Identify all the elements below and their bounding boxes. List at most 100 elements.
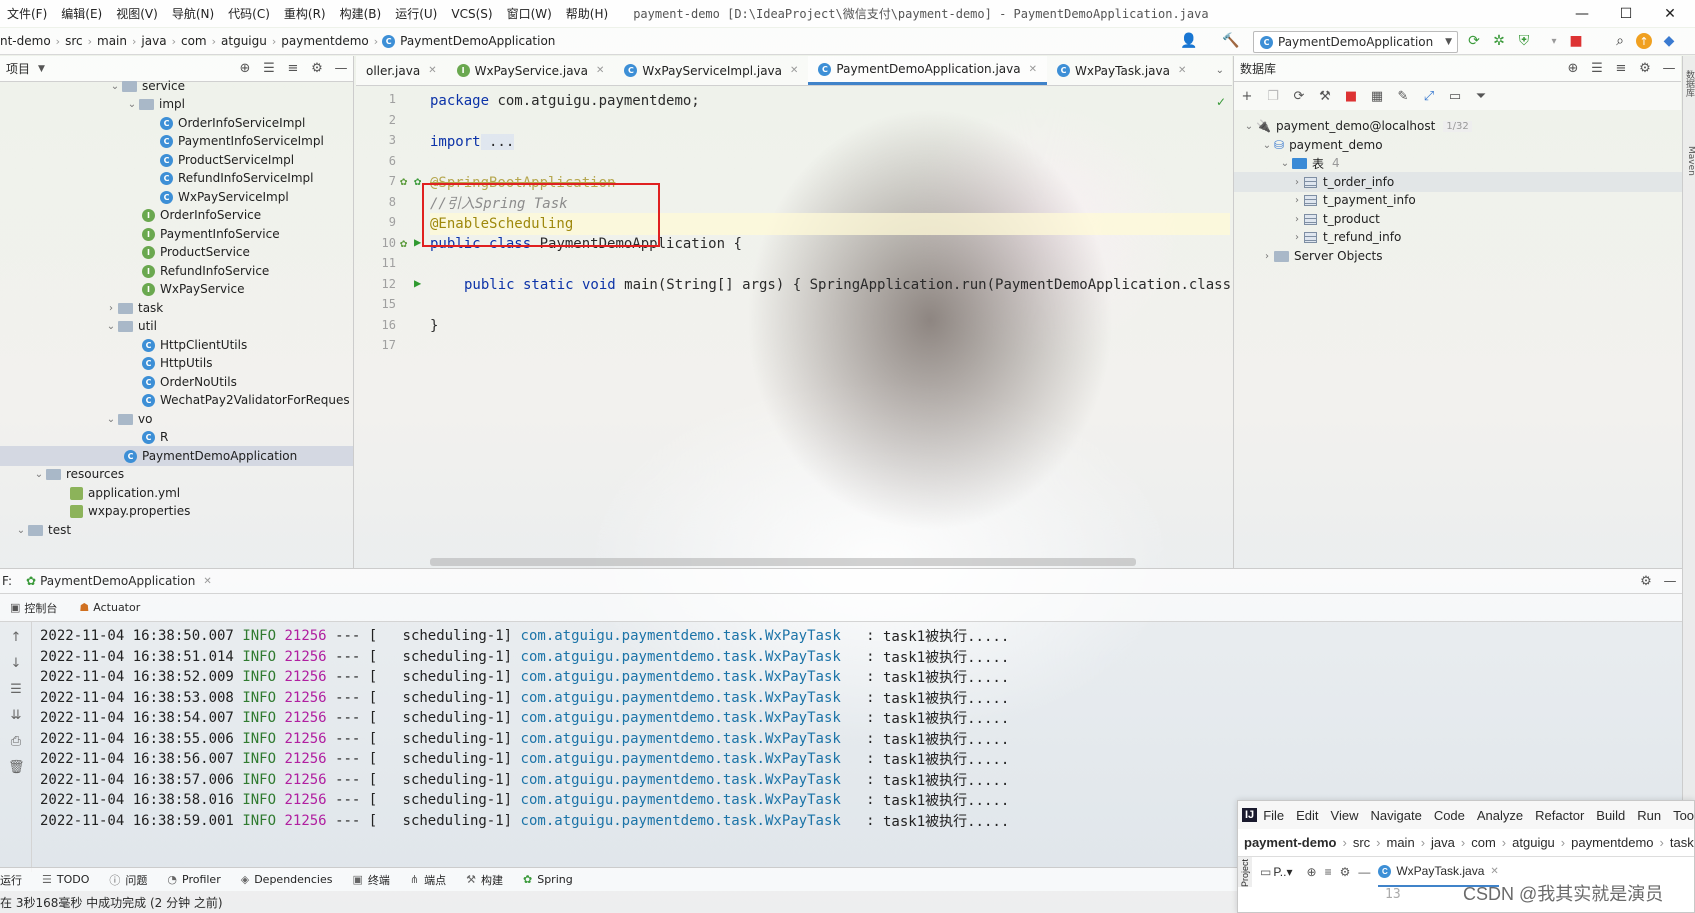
overlay-project-select[interactable]: P..▾ [1273, 865, 1292, 879]
chevron-down-icon[interactable]: ⌄ [14, 525, 28, 536]
overlay-menu-tools[interactable]: Tool [1667, 808, 1694, 823]
chevron-down-icon[interactable]: ⌄ [104, 321, 118, 332]
db-table[interactable]: › t_order_info [1234, 172, 1682, 192]
menu-file[interactable]: 文件(F) [0, 5, 54, 22]
menu-vcs[interactable]: VCS(S) [444, 7, 499, 21]
collapse-all-icon[interactable]: ≡ [1609, 61, 1633, 76]
overlay-crumb[interactable]: atguigu [1506, 835, 1561, 850]
hide-icon[interactable]: — [1657, 61, 1681, 76]
chevron-down-icon[interactable]: ⌄ [1260, 140, 1274, 151]
horizontal-scrollbar[interactable] [430, 558, 1136, 566]
debug-icon[interactable]: ✲ [1490, 32, 1508, 50]
chevron-right-icon[interactable]: › [1290, 232, 1304, 243]
hide-icon[interactable]: — [1658, 574, 1682, 589]
tree-item-class[interactable]: C HttpUtils [142, 353, 212, 373]
maven-strip-label[interactable]: Maven [1683, 146, 1695, 176]
chevron-right-icon[interactable]: › [1290, 214, 1304, 225]
overlay-menu-run[interactable]: Run [1631, 808, 1667, 823]
tool-terminal[interactable]: ▣ 终端 [343, 872, 400, 888]
overlay-crumb[interactable]: java [1425, 835, 1461, 850]
tool-todo[interactable]: ☰ TODO [32, 873, 99, 886]
close-icon[interactable]: ✕ [428, 65, 436, 76]
menu-run[interactable]: 运行(U) [388, 5, 444, 22]
table-icon[interactable]: ▦ [1364, 89, 1390, 104]
tool-endpoints[interactable]: ⋔ 端点 [400, 872, 456, 888]
tab-wxpayserviceimpl[interactable]: C WxPayServiceImpl.java ✕ [614, 56, 808, 85]
tool-build[interactable]: ⚒ 构建 [456, 872, 513, 888]
menu-code[interactable]: 代码(C) [221, 5, 277, 22]
tab-wxpaytask[interactable]: C WxPayTask.java ✕ [1047, 56, 1196, 85]
close-icon[interactable]: ✕ [1029, 64, 1037, 75]
tree-item-class-selected[interactable]: C PaymentDemoApplication [0, 446, 353, 466]
filter-icon[interactable]: ⏷ [1468, 89, 1494, 104]
code-editor[interactable]: package com.atguigu.paymentdemo; import … [430, 87, 1230, 567]
close-icon[interactable]: ✕ [1490, 866, 1498, 877]
gear-icon[interactable]: ⚙ [305, 61, 329, 76]
locate-icon[interactable]: ⊕ [1561, 61, 1585, 76]
tree-item-interface[interactable]: I ProductService [142, 242, 250, 262]
edit-icon[interactable]: ✎ [1390, 89, 1416, 104]
spring-bean-icon[interactable]: ✿ [400, 236, 407, 250]
overlay-crumb[interactable]: task [1664, 835, 1694, 850]
overlay-menu-build[interactable]: Build [1590, 808, 1631, 823]
jump-icon[interactable]: ⤢ [1416, 89, 1442, 104]
tab-console[interactable]: ▣ 控制台 [10, 600, 57, 616]
hide-icon[interactable]: — [1358, 865, 1370, 879]
tab-actuator[interactable]: ☗ Actuator [79, 601, 140, 614]
tree-item-class[interactable]: C RefundInfoServiceImpl [160, 168, 313, 188]
db-table[interactable]: › t_refund_info [1290, 227, 1401, 247]
update-icon[interactable]: ↑ [1636, 33, 1652, 49]
maximize-icon[interactable]: ☐ [1604, 0, 1648, 27]
coverage-icon[interactable]: ⛨ [1515, 32, 1533, 50]
close-icon[interactable]: ✕ [596, 65, 604, 76]
tool-dependencies[interactable]: ◈ Dependencies [231, 873, 343, 886]
print-icon[interactable]: ⎙ [8, 734, 24, 749]
console-output[interactable]: 2022-11-04 16:38:50.007 INFO 21256 --- [… [40, 622, 1230, 872]
breadcrumb-item[interactable]: java [136, 34, 171, 48]
overlay-crumb[interactable]: payment-demo [1238, 835, 1342, 850]
tree-item-interface[interactable]: I PaymentInfoService [142, 224, 280, 244]
tree-item-class[interactable]: C OrderNoUtils [142, 372, 237, 392]
overlay-menu-refactor[interactable]: Refactor [1529, 808, 1590, 823]
menu-refactor[interactable]: 重构(R) [277, 5, 333, 22]
schema-icon[interactable]: ⚒ [1312, 89, 1338, 104]
overlay-menu-file[interactable]: File [1257, 808, 1290, 823]
chevron-down-icon[interactable]: ⌄ [108, 81, 122, 92]
tree-item-folder[interactable]: ⌄ impl [125, 94, 185, 114]
locate-icon[interactable]: ⊕ [1307, 865, 1317, 879]
database-strip-label[interactable]: 数据库 [1683, 70, 1695, 97]
hide-icon[interactable]: — [329, 61, 353, 76]
plugin-icon[interactable]: ◆ [1660, 32, 1678, 50]
breadcrumb-item[interactable]: paymentdemo [276, 34, 374, 48]
stop-icon[interactable]: ■ [1338, 89, 1364, 104]
menu-navigate[interactable]: 导航(N) [165, 5, 221, 22]
scroll-to-end-icon[interactable]: ⇊ [8, 708, 24, 723]
overlay-menu-edit[interactable]: Edit [1290, 808, 1324, 823]
gear-icon[interactable]: ⚙ [1634, 574, 1658, 589]
overlay-menu-code[interactable]: Code [1428, 808, 1471, 823]
close-icon[interactable]: ✕ [1648, 0, 1692, 27]
refresh-icon[interactable]: ⟳ [1286, 89, 1312, 104]
tree-item-class[interactable]: C WechatPay2ValidatorForReques [142, 390, 350, 410]
menu-view[interactable]: 视图(V) [109, 5, 165, 22]
more-icon[interactable]: ▾ [1545, 32, 1563, 50]
menu-build[interactable]: 构建(B) [333, 5, 389, 22]
tree-item-folder[interactable]: ⌄ test [14, 520, 71, 540]
chevron-down-icon[interactable]: ⌄ [1278, 158, 1292, 169]
tree-item-folder[interactable]: ⌄ util [104, 316, 157, 336]
chevron-down-icon[interactable]: ⌄ [1216, 65, 1224, 76]
tree-item-interface[interactable]: I RefundInfoService [142, 261, 269, 281]
overlay-menu-analyze[interactable]: Analyze [1471, 808, 1529, 823]
breadcrumb-item[interactable]: nt-demo [0, 34, 56, 48]
chevron-down-icon[interactable]: ⌄ [1242, 121, 1256, 132]
overlay-menu-view[interactable]: View [1325, 808, 1365, 823]
tool-profiler[interactable]: ◔ Profiler [157, 873, 230, 886]
chevron-down-icon[interactable]: ⌄ [125, 99, 139, 110]
db-schema[interactable]: ⌄ ⛁ payment_demo [1260, 135, 1383, 155]
tree-item-file[interactable]: application.yml [70, 483, 180, 503]
tree-item-class[interactable]: C ProductServiceImpl [160, 150, 294, 170]
expand-all-icon[interactable]: ☰ [1585, 61, 1609, 76]
overlay-project-strip[interactable]: Project [1238, 857, 1252, 887]
breadcrumb-item[interactable]: src [60, 34, 88, 48]
overlay-crumb[interactable]: paymentdemo [1565, 835, 1659, 850]
